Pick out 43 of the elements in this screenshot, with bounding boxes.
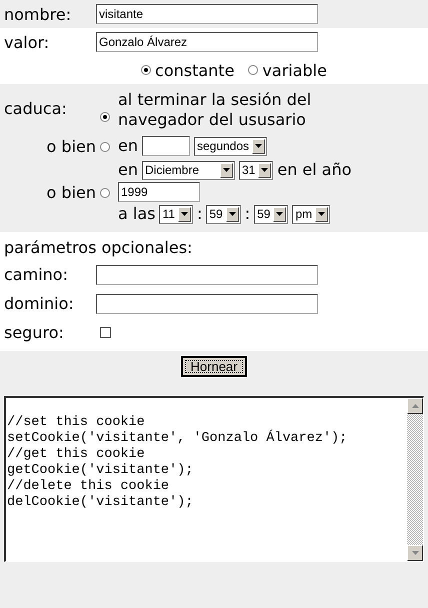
- vertical-scrollbar[interactable]: [407, 398, 423, 561]
- radio-button[interactable]: [248, 65, 258, 75]
- option-label: o bien: [46, 136, 96, 156]
- option-text: en: [118, 136, 138, 156]
- option-text: :: [244, 204, 250, 224]
- option-text: en el año: [277, 160, 352, 180]
- radio-label: constante: [155, 60, 234, 80]
- text-input-field[interactable]: [96, 294, 318, 314]
- text-input-field[interactable]: visitante: [96, 4, 318, 24]
- field-label: nombre:: [4, 4, 72, 24]
- field-label: seguro:: [4, 323, 65, 342]
- code-text-area[interactable]: //set this cookie setCookie('visitante', 'Gonzalo Álvarez'); //get this cookie getCookie('visitante'); //delete this cookie delCookie('visitante');: [4, 396, 424, 562]
- dropdown[interactable]: pm: [292, 204, 330, 224]
- option-text: en: [118, 160, 138, 180]
- option-label: o bien: [46, 182, 96, 202]
- field-label: dominio:: [4, 294, 75, 313]
- option-text: al terminar la sesión del navegador del ususario: [118, 90, 312, 130]
- field-label: camino:: [4, 265, 69, 284]
- text-input-field[interactable]: [96, 264, 318, 284]
- code-text: //set this cookie setCookie('visitante', 'Gonzalo Álvarez'); //get this cookie getCookie('visitante'); //delete this cookie delCookie('visitante');: [6, 414, 348, 512]
- radio-button[interactable]: [100, 112, 110, 122]
- option-text: :: [196, 204, 202, 224]
- dropdown[interactable]: segundos: [194, 136, 268, 156]
- field-label: caduca:: [4, 99, 67, 118]
- dropdown[interactable]: 31: [238, 160, 274, 180]
- dropdown[interactable]: 11: [159, 204, 193, 224]
- dropdown[interactable]: 59: [254, 204, 288, 224]
- option-text: a las: [118, 204, 156, 224]
- checkbox[interactable]: [100, 327, 111, 338]
- dropdown[interactable]: 59: [206, 204, 241, 224]
- submit-button[interactable]: Hornear: [180, 356, 248, 377]
- scroll-down-icon[interactable]: [407, 545, 423, 561]
- text-input-field[interactable]: Gonzalo Álvarez: [96, 32, 318, 52]
- text-input-field[interactable]: [142, 136, 190, 156]
- radio-label: variable: [262, 60, 327, 80]
- radio-button[interactable]: [100, 188, 110, 198]
- field-label: valor:: [4, 32, 50, 52]
- scroll-up-icon[interactable]: [407, 398, 423, 414]
- radio-button[interactable]: [100, 142, 110, 152]
- section-heading: parámetros opcionales:: [4, 237, 194, 259]
- text-input-field[interactable]: 1999: [118, 182, 200, 202]
- dropdown[interactable]: Diciembre: [142, 160, 235, 180]
- radio-button[interactable]: [141, 65, 152, 75]
